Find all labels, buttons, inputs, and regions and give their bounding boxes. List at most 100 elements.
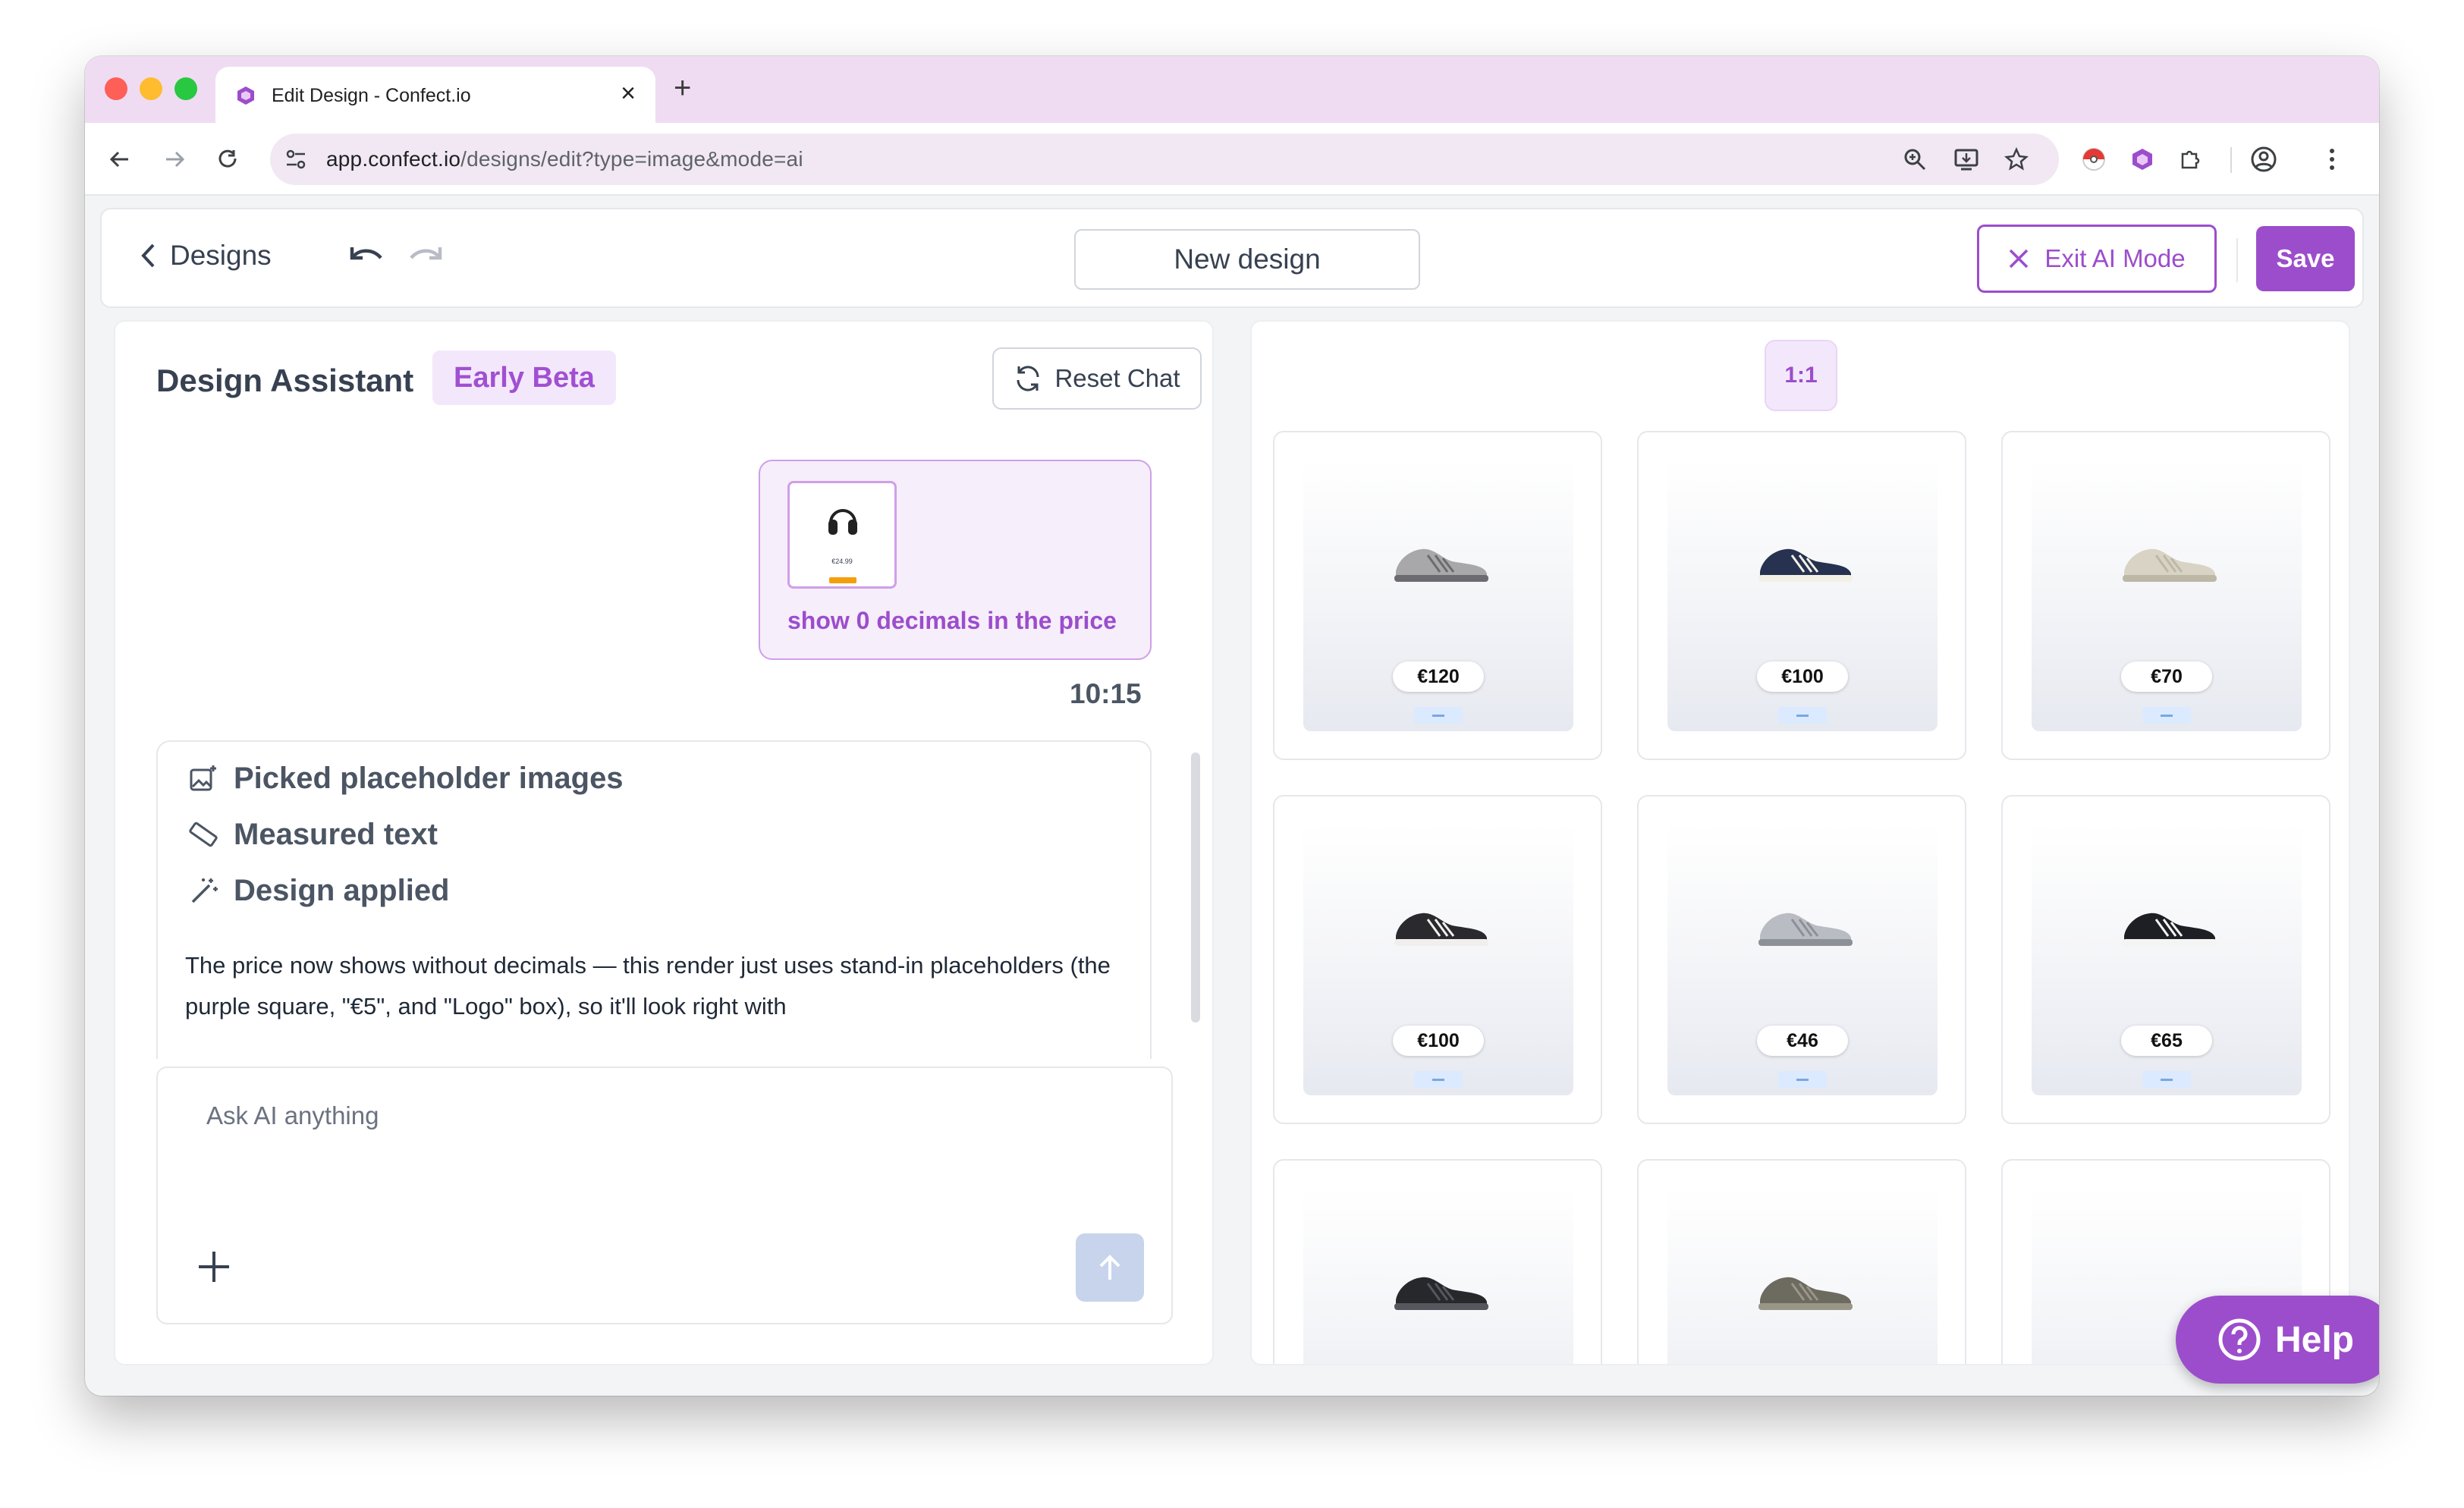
- exit-ai-label: Exit AI Mode: [2044, 244, 2186, 272]
- price-label: €70: [2121, 661, 2212, 692]
- save-button[interactable]: Save: [2256, 226, 2355, 291]
- thumbnail-logo: [829, 577, 856, 583]
- sneaker-image: [1758, 1277, 1853, 1310]
- price-label: €100: [1393, 1026, 1484, 1056]
- image-sparkle-icon: [190, 765, 216, 790]
- bookmark-star-icon[interactable]: [2003, 146, 2030, 173]
- preview-panel: 1:1 €120 €100 €70 €100 €46 €65: [1250, 320, 2350, 1365]
- minimize-window-button[interactable]: [140, 77, 162, 100]
- sneaker-image: [1394, 1277, 1488, 1310]
- logo-placeholder: [1414, 1071, 1463, 1088]
- undo-icon[interactable]: [349, 243, 387, 273]
- redo-icon[interactable]: [405, 243, 443, 273]
- attached-design-thumbnail[interactable]: €24.99: [787, 481, 897, 589]
- install-app-icon[interactable]: [1953, 146, 1980, 173]
- logo-placeholder: [2142, 1071, 2191, 1088]
- browser-toolbar: app.confect.io/designs/edit?type=image&m…: [85, 123, 2379, 196]
- product-preview-card[interactable]: €46: [1637, 795, 1966, 1124]
- chat-scrollbar[interactable]: [1191, 752, 1200, 1023]
- logo-placeholder: [2142, 707, 2191, 724]
- close-window-button[interactable]: [105, 77, 127, 100]
- question-circle-icon: [2218, 1318, 2261, 1361]
- aspect-ratio-toggle[interactable]: 1:1: [1765, 340, 1837, 411]
- site-settings-icon[interactable]: [282, 146, 310, 173]
- product-image: €100: [1303, 824, 1573, 1095]
- confect-extension-icon[interactable]: [2126, 143, 2159, 176]
- product-preview-card[interactable]: €65: [2001, 795, 2330, 1124]
- price-label: €65: [2121, 1026, 2212, 1056]
- message-timestamp: 10:15: [1070, 678, 1142, 709]
- browser-menu-icon[interactable]: [2315, 143, 2349, 176]
- assistant-title: Design Assistant: [156, 363, 414, 398]
- product-preview-card[interactable]: €120: [1273, 431, 1602, 760]
- product-preview-card[interactable]: [1637, 1159, 1966, 1364]
- tab-bar: Edit Design - Confect.io × +: [85, 56, 2379, 123]
- browser-tab[interactable]: Edit Design - Confect.io ×: [215, 67, 655, 123]
- url-text: app.confect.io/designs/edit?type=image&m…: [326, 147, 803, 171]
- product-image: €70: [2032, 460, 2302, 731]
- sneaker-image: [2123, 913, 2217, 946]
- browser-window: Edit Design - Confect.io × + app.confect…: [85, 56, 2379, 1396]
- logo-placeholder: [1414, 707, 1463, 724]
- product-image: €46: [1667, 824, 1938, 1095]
- profile-avatar-icon[interactable]: [2247, 143, 2280, 176]
- step-label: Picked placeholder images: [234, 762, 624, 795]
- address-bar[interactable]: app.confect.io/designs/edit?type=image&m…: [270, 134, 2059, 185]
- url-path: /designs/edit?type=image&mode=ai: [460, 147, 803, 171]
- ruler-icon: [189, 822, 218, 847]
- sneaker-image: [1758, 548, 1853, 582]
- product-preview-card[interactable]: €100: [1273, 795, 1602, 1124]
- product-preview-card[interactable]: €100: [1637, 431, 1966, 760]
- back-to-designs-link[interactable]: Designs: [140, 240, 272, 272]
- price-label: €46: [1757, 1026, 1848, 1056]
- assistant-response-text: The price now shows without decimals — t…: [185, 952, 1111, 1019]
- user-message-text: show 0 decimals in the price: [787, 607, 1117, 634]
- product-preview-card[interactable]: [1273, 1159, 1602, 1364]
- logo-placeholder: [1778, 707, 1827, 724]
- headphones-image: [828, 509, 857, 535]
- sneaker-image: [1394, 913, 1488, 946]
- forward-arrow-icon[interactable]: [158, 143, 191, 176]
- url-host: app.confect.io: [326, 147, 461, 171]
- header-divider: [2236, 238, 2238, 282]
- exit-ai-mode-button[interactable]: Exit AI Mode: [1977, 225, 2217, 293]
- new-tab-icon[interactable]: +: [674, 73, 691, 103]
- design-name-input[interactable]: New design: [1074, 229, 1420, 290]
- back-arrow-icon[interactable]: [103, 143, 137, 176]
- arrow-up-icon: [1099, 1255, 1120, 1280]
- assistant-response-card: Picked placeholder images Measured text …: [156, 740, 1152, 1059]
- step-item: Picked placeholder images: [188, 762, 624, 796]
- reset-chat-button[interactable]: Reset Chat: [992, 347, 1202, 410]
- logo-placeholder: [1778, 1071, 1827, 1088]
- help-label: Help: [2274, 1319, 2354, 1360]
- magic-wand-icon: [191, 878, 218, 903]
- chat-input[interactable]: Ask AI anything: [156, 1067, 1173, 1324]
- reload-icon[interactable]: [211, 143, 244, 176]
- tab-close-icon[interactable]: ×: [621, 80, 636, 106]
- sneaker-image: [1394, 548, 1488, 582]
- add-attachment-icon[interactable]: [196, 1249, 232, 1285]
- product-image: [1667, 1188, 1938, 1364]
- zoom-icon[interactable]: [1901, 146, 1928, 173]
- design-assistant-panel: Design Assistant Early Beta Reset Chat €…: [114, 320, 1214, 1365]
- product-image: €100: [1667, 460, 1938, 731]
- early-beta-badge: Early Beta: [432, 350, 616, 405]
- step-label: Measured text: [234, 818, 438, 851]
- pokeball-extension-icon[interactable]: [2077, 143, 2110, 176]
- app-header: Designs New design Exit AI Mode Save: [100, 208, 2364, 308]
- extensions-puzzle-icon[interactable]: [2174, 143, 2208, 176]
- thumbnail-price: €24.99: [831, 558, 853, 565]
- close-icon: [2010, 249, 2029, 269]
- maximize-window-button[interactable]: [174, 77, 197, 100]
- reset-chat-label: Reset Chat: [1054, 364, 1180, 392]
- refresh-icon: [1017, 366, 1039, 391]
- send-button[interactable]: [1076, 1233, 1144, 1302]
- price-label: €120: [1393, 661, 1484, 692]
- help-button[interactable]: Help: [2176, 1296, 2379, 1384]
- product-preview-card[interactable]: €70: [2001, 431, 2330, 760]
- product-image: [1303, 1188, 1573, 1364]
- toolbar-divider: [2230, 147, 2232, 173]
- back-label: Designs: [170, 240, 272, 271]
- step-label: Design applied: [234, 874, 450, 907]
- chat-input-placeholder: Ask AI anything: [206, 1101, 379, 1129]
